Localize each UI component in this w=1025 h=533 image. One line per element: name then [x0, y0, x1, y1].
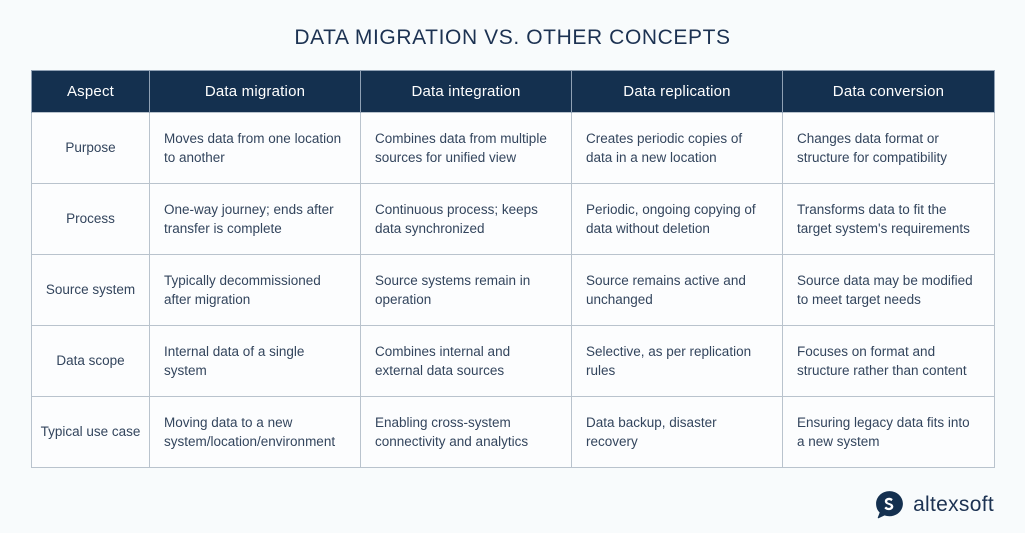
cell-data-scope-data-replication: Selective, as per replication rules	[571, 325, 783, 397]
cell-purpose-data-replication: Creates periodic copies of data in a new…	[571, 112, 783, 184]
cell-process-data-integration: Continuous process; keeps data synchroni…	[360, 183, 572, 255]
row-label-source-system: Source system	[31, 254, 150, 326]
altexsoft-logo: altexsoft	[875, 490, 994, 519]
cell-process-data-migration: One-way journey; ends after transfer is …	[149, 183, 361, 255]
cell-purpose-data-conversion: Changes data format or structure for com…	[782, 112, 995, 184]
column-header-data-replication: Data replication	[571, 70, 783, 113]
cell-purpose-data-migration: Moves data from one location to another	[149, 112, 361, 184]
cell-process-data-replication: Periodic, ongoing copying of data withou…	[571, 183, 783, 255]
infographic-page: DATA MIGRATION VS. OTHER CONCEPTS Aspect…	[0, 0, 1025, 533]
altexsoft-wordmark: altexsoft	[913, 492, 994, 516]
cell-data-scope-data-conversion: Focuses on format and structure rather t…	[782, 325, 995, 397]
cell-typical-use-case-data-migration: Moving data to a new system/location/env…	[149, 396, 361, 468]
table-header: Aspect Data migration Data integration D…	[31, 70, 995, 113]
cell-source-system-data-integration: Source systems remain in operation	[360, 254, 572, 326]
page-title: DATA MIGRATION VS. OTHER CONCEPTS	[294, 26, 731, 49]
table-row: Data scope Internal data of a single sys…	[31, 325, 995, 397]
column-header-data-conversion: Data conversion	[782, 70, 995, 113]
cell-data-scope-data-integration: Combines internal and external data sour…	[360, 325, 572, 397]
table-row: Process One-way journey; ends after tran…	[31, 183, 995, 255]
cell-typical-use-case-data-integration: Enabling cross-system connectivity and a…	[360, 396, 572, 468]
cell-purpose-data-integration: Combines data from multiple sources for …	[360, 112, 572, 184]
cell-source-system-data-conversion: Source data may be modified to meet targ…	[782, 254, 995, 326]
table-row: Typical use case Moving data to a new sy…	[31, 396, 995, 468]
row-label-typical-use-case: Typical use case	[31, 396, 150, 468]
altexsoft-bubble-icon	[876, 491, 903, 519]
table-row: Purpose Moves data from one location to …	[31, 112, 995, 184]
table-header-row: Aspect Data migration Data integration D…	[31, 70, 995, 113]
table-row: Source system Typically decommissioned a…	[31, 254, 995, 326]
row-label-process: Process	[31, 183, 150, 255]
row-label-data-scope: Data scope	[31, 325, 150, 397]
row-label-purpose: Purpose	[31, 112, 150, 184]
cell-source-system-data-migration: Typically decommissioned after migration	[149, 254, 361, 326]
comparison-table-container: Aspect Data migration Data integration D…	[31, 70, 995, 468]
cell-data-scope-data-migration: Internal data of a single system	[149, 325, 361, 397]
cell-process-data-conversion: Transforms data to fit the target system…	[782, 183, 995, 255]
cell-typical-use-case-data-conversion: Ensuring legacy data fits into a new sys…	[782, 396, 995, 468]
cell-typical-use-case-data-replication: Data backup, disaster recovery	[571, 396, 783, 468]
comparison-table: Aspect Data migration Data integration D…	[31, 70, 995, 468]
column-header-aspect: Aspect	[31, 70, 150, 113]
column-header-data-integration: Data integration	[360, 70, 572, 113]
table-body: Purpose Moves data from one location to …	[31, 112, 995, 468]
column-header-data-migration: Data migration	[149, 70, 361, 113]
cell-source-system-data-replication: Source remains active and unchanged	[571, 254, 783, 326]
